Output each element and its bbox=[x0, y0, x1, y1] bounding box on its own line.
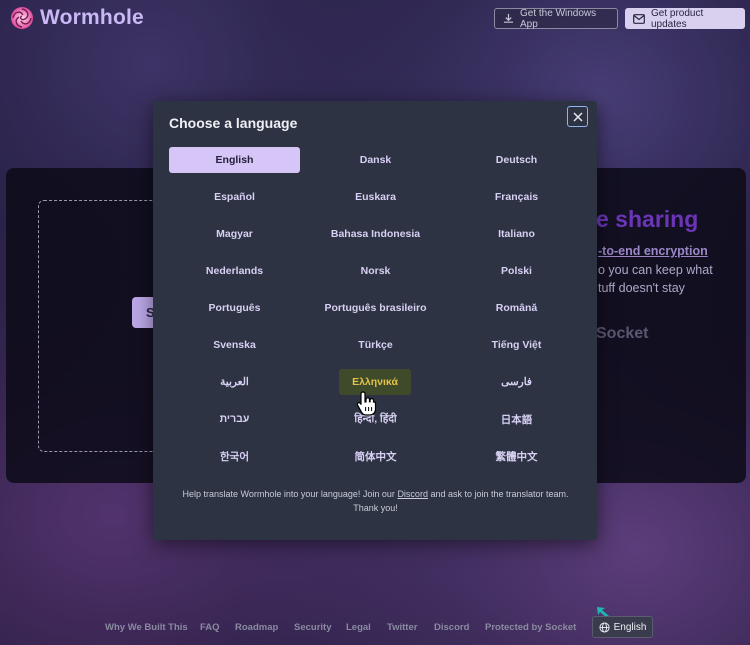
app-name: Wormhole bbox=[40, 6, 144, 29]
windows-app-label: Get the Windows App bbox=[520, 7, 597, 30]
footer-link[interactable]: Protected by Socket bbox=[485, 622, 576, 633]
language-option[interactable]: עברית bbox=[169, 406, 300, 432]
socket-logo: Socket bbox=[596, 325, 648, 343]
socket-label: Socket bbox=[596, 325, 649, 342]
footer-link[interactable]: Roadmap bbox=[235, 622, 278, 633]
app-logo[interactable]: Wormhole bbox=[10, 6, 144, 30]
language-option[interactable]: 한국어 bbox=[169, 443, 300, 469]
footer-link[interactable]: Twitter bbox=[387, 622, 417, 633]
download-icon bbox=[503, 13, 514, 23]
footer-link[interactable]: Why We Built This bbox=[105, 622, 188, 633]
hero-text-line-1: o you can keep what bbox=[598, 263, 713, 277]
help-translate-text: Help translate Wormhole into your langua… bbox=[169, 487, 582, 515]
language-option[interactable]: Tiếng Việt bbox=[451, 332, 582, 358]
mail-icon bbox=[633, 13, 645, 24]
language-option[interactable]: Magyar bbox=[169, 221, 300, 247]
dialog-title: Choose a language bbox=[169, 115, 298, 131]
language-dialog: Choose a language English Dansk Deutsch Esp… bbox=[153, 101, 597, 540]
language-option[interactable]: English bbox=[169, 147, 300, 173]
language-option[interactable]: Français bbox=[451, 184, 582, 210]
help-text-before: Help translate Wormhole into your langua… bbox=[182, 489, 398, 499]
footer-link[interactable]: Discord bbox=[434, 622, 469, 633]
language-option[interactable]: فارسی bbox=[451, 369, 582, 395]
hero-headline: e sharing bbox=[596, 206, 699, 232]
language-button-label: English bbox=[613, 621, 647, 633]
hero-text-line-2: tuff doesn't stay bbox=[598, 281, 685, 295]
updates-label: Get product updates bbox=[651, 7, 704, 30]
language-option[interactable]: Norsk bbox=[310, 258, 441, 284]
help-text-thanks: Thank you! bbox=[353, 503, 398, 513]
language-option[interactable]: Português bbox=[169, 295, 300, 321]
wormhole-logo-icon bbox=[11, 7, 33, 29]
language-option[interactable]: Español bbox=[169, 184, 300, 210]
close-button[interactable] bbox=[567, 106, 588, 127]
footer-link[interactable]: Security bbox=[294, 622, 332, 633]
help-text-after: and ask to join the translator team. bbox=[427, 489, 569, 499]
language-button[interactable]: English bbox=[592, 616, 653, 638]
language-option[interactable]: Svenska bbox=[169, 332, 300, 358]
get-windows-app-button[interactable]: Get the Windows App bbox=[494, 7, 618, 30]
footer-link[interactable]: Legal bbox=[346, 622, 371, 633]
language-option[interactable]: Italiano bbox=[451, 221, 582, 247]
language-option[interactable]: Deutsch bbox=[451, 147, 582, 173]
hand-cursor-icon bbox=[356, 391, 377, 416]
language-option[interactable]: 简体中文 bbox=[310, 443, 441, 469]
footer-link[interactable]: FAQ bbox=[200, 622, 220, 633]
language-option[interactable]: Polski bbox=[451, 258, 582, 284]
close-icon bbox=[572, 111, 583, 122]
language-option[interactable]: Português brasileiro bbox=[310, 295, 441, 321]
language-option[interactable]: Bahasa Indonesia bbox=[310, 221, 441, 247]
language-option[interactable]: Euskara bbox=[310, 184, 441, 210]
get-updates-button[interactable]: Get product updates bbox=[625, 7, 745, 30]
e2e-link[interactable]: -to-end encryption bbox=[598, 244, 708, 258]
globe-icon bbox=[599, 621, 610, 633]
language-option[interactable]: Nederlands bbox=[169, 258, 300, 284]
language-option[interactable]: العربية bbox=[169, 369, 300, 395]
language-option[interactable]: Dansk bbox=[310, 147, 441, 173]
language-option[interactable]: Română bbox=[451, 295, 582, 321]
language-option[interactable]: 日本語 bbox=[451, 406, 582, 432]
discord-link[interactable]: Discord bbox=[397, 489, 428, 499]
language-option[interactable]: 繁體中文 bbox=[451, 443, 582, 469]
language-option[interactable]: Türkçe bbox=[310, 332, 441, 358]
